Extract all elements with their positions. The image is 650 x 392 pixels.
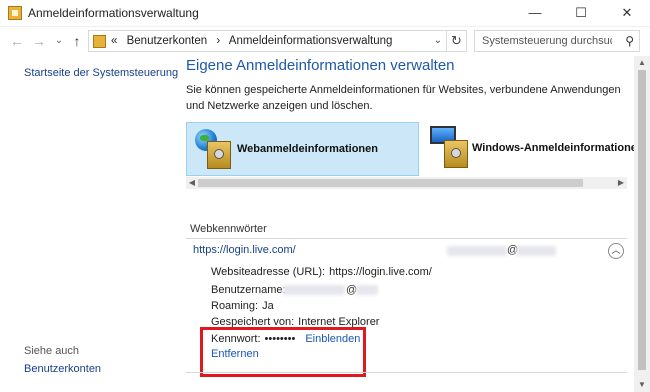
user-accounts-link[interactable]: Benutzerkonten: [24, 363, 101, 375]
page-title: Eigene Anmeldeinformationen verwalten: [186, 57, 455, 74]
vertical-scroll-thumb[interactable]: [638, 70, 646, 370]
search-box[interactable]: ⚲: [474, 30, 640, 52]
web-credentials-label: Webanmeldeinformationen: [237, 143, 378, 155]
highlight-annotation-box: [200, 327, 366, 377]
window-title: Anmeldeinformationsverwaltung: [28, 6, 199, 20]
section-divider: [186, 238, 627, 239]
redacted-account-name: [447, 246, 507, 256]
web-credentials-tile[interactable]: Webanmeldeinformationen: [186, 122, 419, 176]
vertical-scrollbar[interactable]: ▲ ▼: [634, 56, 650, 392]
horizontal-scrollbar[interactable]: ◀ ▶: [186, 177, 627, 189]
forward-arrow-icon[interactable]: →: [30, 32, 48, 50]
credential-entry-url[interactable]: https://login.live.com/: [193, 244, 296, 256]
address-bar-row: ← → ⌄ ↑ « Benutzerkonten › Anmeldeinform…: [0, 27, 650, 55]
page-description: Sie können gespeicherte Anmeldeinformati…: [186, 84, 621, 112]
website-label: Websiteadresse (URL):: [211, 266, 326, 278]
horizontal-scroll-thumb[interactable]: [198, 179, 583, 187]
search-input[interactable]: [480, 34, 614, 48]
address-box[interactable]: « Benutzerkonten › Anmeldeinformationsve…: [88, 30, 447, 52]
web-passwords-heading: Webkennwörter: [190, 223, 267, 235]
maximize-button[interactable]: ☐: [558, 0, 604, 26]
recent-locations-chevron-icon[interactable]: ⌄: [50, 32, 68, 50]
search-icon[interactable]: ⚲: [625, 34, 634, 48]
detail-username: Benutzername:: [211, 284, 286, 296]
breadcrumb-user-accounts[interactable]: Benutzerkonten: [127, 35, 208, 47]
control-panel-icon: [93, 35, 106, 48]
breadcrumb: « Benutzerkonten › Anmeldeinformationsve…: [111, 35, 398, 47]
close-button[interactable]: ✕: [604, 0, 650, 26]
address-dropdown-icon[interactable]: ⌄: [434, 35, 442, 46]
breadcrumb-credential-manager[interactable]: Anmeldeinformationsverwaltung: [229, 35, 393, 47]
breadcrumb-overflow[interactable]: «: [111, 35, 117, 47]
scroll-up-icon[interactable]: ▲: [634, 56, 650, 70]
roaming-value: Ja: [262, 300, 274, 312]
redacted-account-domain: [516, 246, 556, 256]
see-also-heading: Siehe auch: [24, 345, 80, 357]
windows-credentials-tile[interactable]: Windows-Anmeldeinformationen: [422, 122, 644, 176]
credential-manager-icon: [8, 6, 22, 20]
username-label: Benutzername:: [211, 284, 286, 296]
scroll-down-icon[interactable]: ▼: [634, 378, 650, 392]
safe-icon: [444, 140, 468, 168]
entry-bottom-divider: [186, 372, 627, 373]
windows-credentials-label: Windows-Anmeldeinformationen: [472, 142, 644, 154]
roaming-label: Roaming:: [211, 300, 259, 312]
breadcrumb-separator-icon[interactable]: ›: [216, 35, 220, 47]
collapse-entry-chevron-icon[interactable]: ︿: [608, 243, 624, 259]
detail-website: Websiteadresse (URL): https://login.live.…: [211, 266, 432, 278]
scroll-left-icon[interactable]: ◀: [186, 177, 198, 189]
website-value: https://login.live.com/: [329, 266, 432, 278]
detail-roaming: Roaming: Ja: [211, 300, 274, 312]
title-bar: Anmeldeinformationsverwaltung — ☐ ✕: [0, 0, 650, 27]
safe-icon: [207, 141, 231, 169]
redacted-username-domain: [356, 285, 378, 295]
up-arrow-icon[interactable]: ↑: [68, 32, 86, 50]
scroll-right-icon[interactable]: ▶: [615, 177, 627, 189]
refresh-icon[interactable]: ↻: [447, 30, 467, 52]
back-arrow-icon[interactable]: ←: [8, 32, 26, 50]
control-panel-home-link[interactable]: Startseite der Systemsteuerung: [24, 67, 178, 79]
minimize-button[interactable]: —: [512, 0, 558, 26]
redacted-username: [283, 285, 345, 295]
